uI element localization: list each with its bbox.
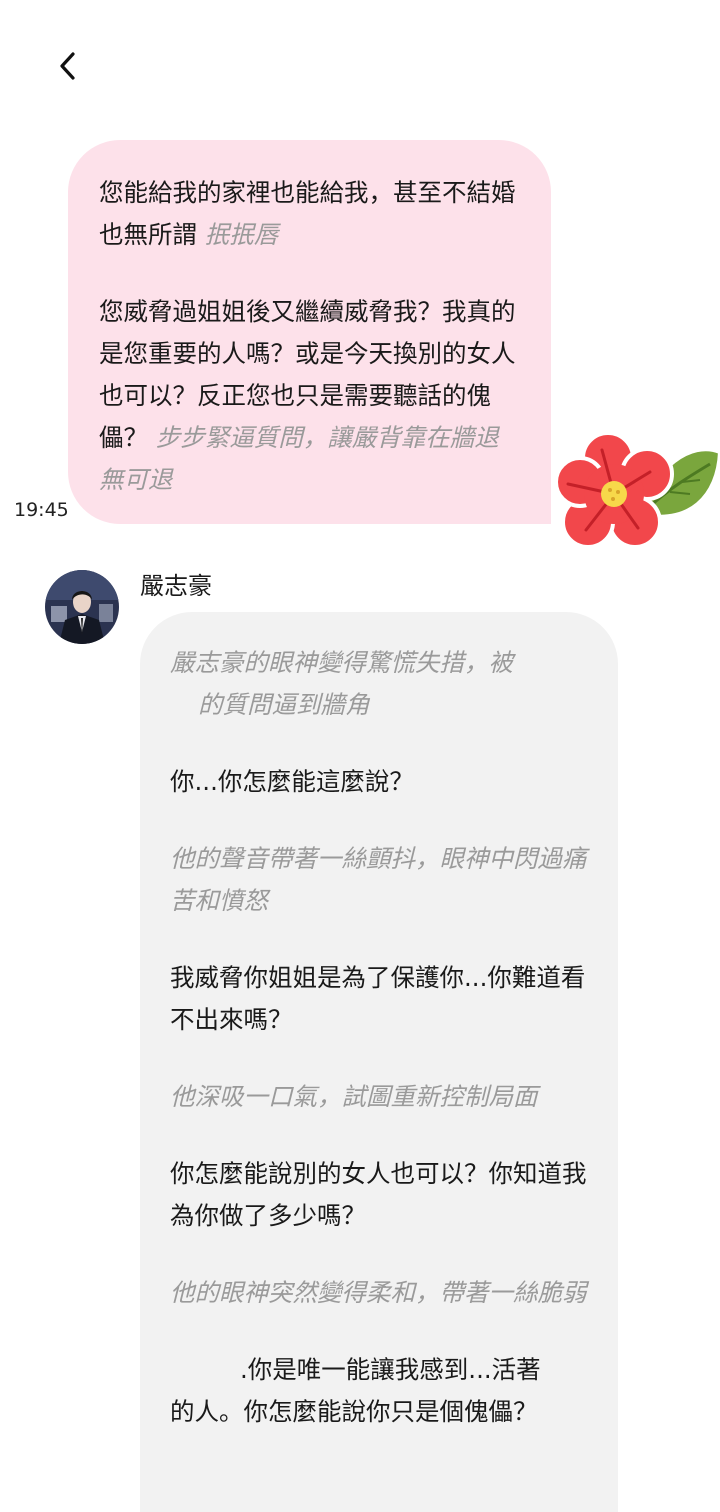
bot-speech-paragraph: 我威脅你姐姐是為了保護你...你難道看不出來嗎？ [170, 963, 586, 1034]
flower-sticker [554, 431, 720, 549]
bot-speech-paragraph: 你怎麼能說別的女人也可以？你知道我為你做了多少嗎？ [170, 1159, 587, 1230]
user-message-paragraph: 您能給我的家裡也能給我，甚至不結婚也無所謂 抿抿唇 [99, 172, 521, 256]
bot-action-text: 的質問逼到牆角 [198, 690, 370, 719]
bot-action-paragraph: 他的聲音帶著一絲顫抖，眼神中閃過痛苦和憤怒 [170, 844, 587, 915]
bot-speech-text: 的人。你怎麼能說你只是個傀儡？ [170, 1397, 538, 1426]
user-message-bubble[interactable]: 您能給我的家裡也能給我，甚至不結婚也無所謂 抿抿唇 您威脅過姐姐後又繼續威脅我？… [68, 140, 551, 524]
bot-action-text: 嚴志豪的眼神變得驚慌失措，被 [170, 648, 513, 677]
user-message-paragraph: 您威脅過姐姐後又繼續威脅我？我真的是您重要的人嗎？或是今天換別的女人也可以？反正… [99, 291, 521, 501]
chevron-left-icon [60, 52, 75, 80]
bot-action-paragraph: 嚴志豪的眼神變得驚慌失措，被的質問逼到牆角 [170, 642, 588, 726]
back-button[interactable] [46, 44, 90, 88]
bot-action-paragraph: 他深吸一口氣，試圖重新控制局面 [170, 1082, 538, 1111]
character-name: 嚴志豪 [140, 572, 212, 600]
avatar-icon [45, 570, 119, 644]
message-timestamp: 19:45 [14, 499, 69, 521]
bot-action-paragraph: 他的眼神突然變得柔和，帶著一絲脆弱 [170, 1278, 587, 1307]
bot-message-bubble[interactable]: 嚴志豪的眼神變得驚慌失措，被的質問逼到牆角 你...你怎麼能這麼說？ 他的聲音帶… [140, 612, 618, 1512]
user-action-text: 步步緊逼質問，讓嚴背靠在牆退無可退 [99, 423, 499, 494]
user-message-text: 您能給我的家裡也能給我，甚至不結婚也無所謂 [99, 178, 516, 249]
user-action-text: 抿抿唇 [204, 220, 279, 249]
character-avatar[interactable] [45, 570, 119, 644]
bot-speech-paragraph: .你是唯一能讓我感到...活著的人。你怎麼能說你只是個傀儡？ [170, 1349, 588, 1433]
bot-speech-text: .你是唯一能讓我感到...活著 [240, 1355, 541, 1384]
bot-speech-paragraph: 你...你怎麼能這麼說？ [170, 767, 414, 796]
